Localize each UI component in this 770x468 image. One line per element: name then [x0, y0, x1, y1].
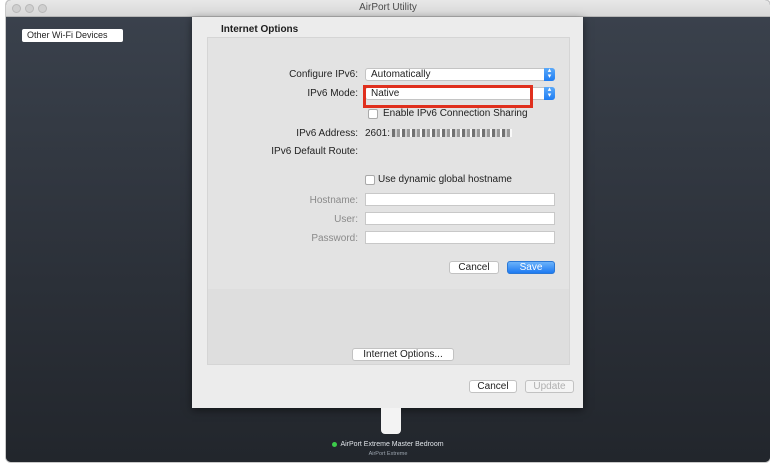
ipv6-address-value: 2601: [365, 128, 513, 139]
title-bar: AirPort Utility [6, 0, 770, 17]
internet-options-sheet: Internet Options Configure IPv6: Automat… [192, 17, 583, 408]
device-label[interactable]: AirPort Extreme Master Bedroom [6, 441, 770, 448]
status-dot-icon [332, 441, 338, 447]
password-field[interactable] [365, 231, 555, 244]
section-title: Internet Options [221, 24, 299, 35]
airport-device-icon[interactable] [381, 408, 401, 434]
outer-cancel-button[interactable]: Cancel [469, 380, 517, 393]
configure-ipv6-select[interactable]: Automatically ▴ ▾ [365, 67, 555, 81]
device-model: AirPort Extreme [368, 451, 408, 457]
connection-sharing-label: Enable IPv6 Connection Sharing [383, 108, 528, 119]
cancel-button[interactable]: Cancel [449, 261, 499, 274]
update-button[interactable]: Update [525, 380, 574, 393]
save-button[interactable]: Save [507, 261, 555, 274]
device-name: AirPort Extreme Master Bedroom [340, 441, 444, 448]
user-label: User: [334, 214, 358, 225]
dynamic-hostname-checkbox[interactable] [365, 175, 375, 185]
window-title: AirPort Utility [359, 2, 417, 13]
default-route-label: IPv6 Default Route: [271, 146, 358, 157]
dynamic-hostname-label: Use dynamic global hostname [378, 174, 512, 185]
hostname-field[interactable] [365, 193, 555, 206]
configure-ipv6-value: Automatically [371, 69, 431, 80]
chevron-updown-icon: ▴ ▾ [544, 67, 555, 81]
internet-options-button[interactable]: Internet Options... [352, 348, 454, 361]
redacted-mask [392, 129, 513, 138]
ipv6-address-label: IPv6 Address: [296, 128, 358, 139]
configure-ipv6-label: Configure IPv6: [289, 69, 358, 80]
hostname-label: Hostname: [309, 195, 358, 206]
chevron-updown-icon: ▴ ▾ [544, 86, 555, 100]
connection-sharing-checkbox[interactable] [368, 109, 378, 119]
highlight-box [363, 85, 533, 108]
ipv6-mode-label: IPv6 Mode: [307, 88, 358, 99]
other-wifi-devices-button[interactable]: Other Wi-Fi Devices [22, 29, 123, 42]
password-label: Password: [311, 233, 358, 244]
app-window: AirPort Utility Other Wi-Fi Devices Inte… [6, 0, 770, 462]
user-field[interactable] [365, 212, 555, 225]
